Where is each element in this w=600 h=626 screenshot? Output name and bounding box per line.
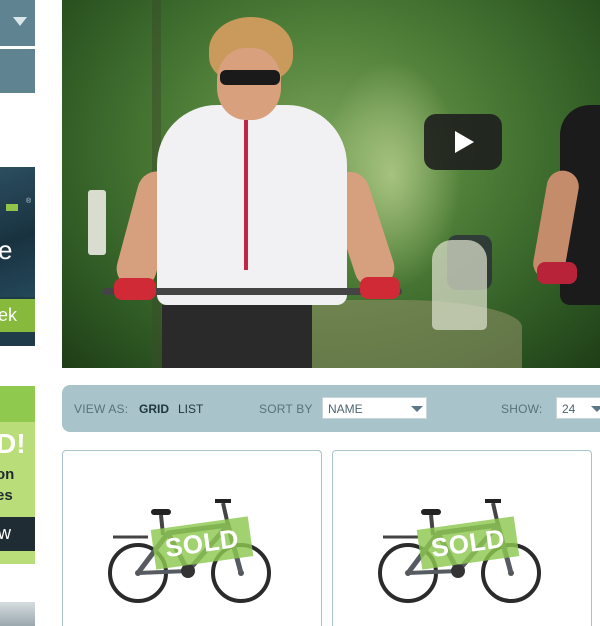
video-scene-sign: [88, 190, 106, 255]
promo-button[interactable]: w: [0, 517, 35, 551]
rider-jersey-stripe: [244, 120, 248, 270]
background-rider: [432, 240, 487, 330]
product-toolbar: VIEW AS: GRID LIST SORT BY NAME SHOW: 24: [62, 385, 600, 432]
rider-jersey: [157, 105, 347, 305]
sort-by-value: NAME: [328, 402, 363, 416]
sidebar-button[interactable]: [0, 49, 35, 93]
video-player[interactable]: [62, 0, 600, 368]
rider-sunglasses: [220, 70, 280, 85]
sidebar-promo-banner[interactable]: D! on es w: [0, 386, 35, 564]
product-card[interactable]: SOLD: [62, 450, 322, 626]
rider-glove-right: [360, 277, 400, 299]
promo-header: [0, 386, 35, 422]
sidebar-ad-banner[interactable]: ® e ek: [0, 167, 35, 346]
promo-line-2: es: [0, 487, 13, 504]
play-button[interactable]: [424, 114, 502, 170]
sidebar-bottom-banner[interactable]: [0, 602, 35, 626]
page: ® e ek D! on es w VIEW AS: GRID LIST SOR…: [0, 0, 600, 626]
sort-by-select[interactable]: NAME: [322, 397, 427, 419]
promo-button-label: w: [0, 523, 11, 543]
show-count-value: 24: [562, 402, 576, 416]
ad-text: e: [0, 235, 13, 265]
rider-legs: [162, 305, 312, 368]
ad-button-label: ek: [0, 305, 18, 325]
product-card[interactable]: SOLD: [332, 450, 592, 626]
show-label: SHOW:: [501, 402, 543, 416]
ad-logo: [6, 204, 18, 211]
promo-headline: D!: [0, 428, 26, 459]
chevron-down-icon: [591, 406, 600, 412]
chevron-down-icon: [13, 17, 27, 26]
registered-mark: ®: [26, 198, 32, 205]
sort-by-label: SORT BY: [259, 402, 313, 416]
view-grid-option[interactable]: GRID: [139, 402, 169, 416]
ad-background-image: [0, 167, 35, 297]
sidebar-dropdown[interactable]: [0, 0, 35, 46]
promo-line-1: on: [0, 466, 15, 483]
show-count-select[interactable]: 24: [556, 397, 600, 419]
view-as-label: VIEW AS:: [74, 402, 129, 416]
view-list-option[interactable]: LIST: [178, 402, 203, 416]
chevron-down-icon: [411, 406, 423, 412]
second-rider-glove: [537, 262, 577, 284]
rider-glove-left: [114, 278, 156, 300]
play-icon: [455, 131, 474, 153]
ad-button[interactable]: ek: [0, 299, 35, 332]
